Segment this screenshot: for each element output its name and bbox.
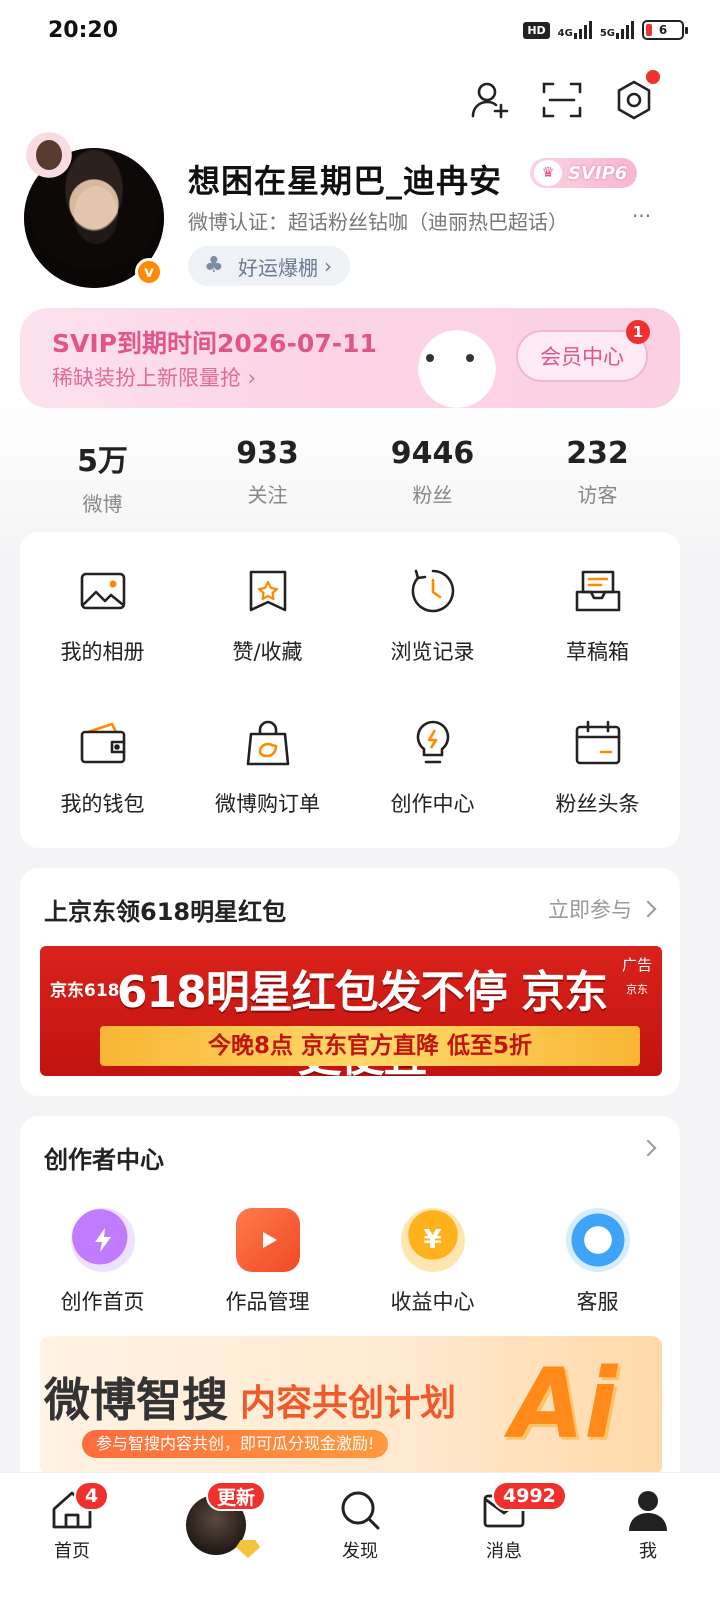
calendar-icon [575,720,620,765]
tool-photo-album[interactable]: 我的相册 [20,566,185,666]
status-icons: HD 4G 5G 6 [523,20,688,40]
tab-live[interactable]: 更新 [144,1473,288,1612]
discover-icon [341,1491,380,1530]
jd-card: 上京东领618明星红包 立即参与 京东618 618明星红包发不停 京东更便宜 … [20,868,680,1096]
customer-service-icon [565,1208,630,1272]
bear-illustration [392,314,522,408]
stat-followers[interactable]: 9446 粉丝 [350,436,515,517]
more-icon[interactable]: ··· [632,204,651,228]
member-badge: 1 [626,320,650,344]
tool-orders[interactable]: 微博购订单 [185,718,350,818]
tool-creator-center[interactable]: 创作中心 [350,718,515,818]
svip-banner[interactable]: SVIP到期时间2026-07-11 稀缺装扮上新限量抢 › 会员中心 1 [20,308,680,408]
creator-more-link[interactable] [639,1139,657,1157]
tool-favorites[interactable]: 赞/收藏 [185,566,350,666]
certification-text[interactable]: 微博认证：超话粉丝钻咖（迪丽热巴超话） [188,206,658,235]
avatar-decoration [20,126,78,184]
settings-red-dot [646,70,660,84]
tab-home[interactable]: 首页 4 [0,1473,144,1612]
svip-badge[interactable]: ♛ SVIP6 [530,158,638,188]
works-manage[interactable]: 作品管理 [185,1208,350,1316]
creator-home[interactable]: 创作首页 [20,1208,185,1316]
member-center-button[interactable]: 会员中心 1 [516,320,650,382]
update-badge: 更新 [206,1481,267,1511]
tab-messages[interactable]: 消息 4992 [432,1473,576,1612]
stat-weibo[interactable]: 5万 微博 [20,436,185,517]
drafts-icon [575,570,620,612]
nickname[interactable]: 想困在星期巴_迪冉安 [188,156,502,202]
join-now-link[interactable]: 立即参与 [548,894,657,924]
bottom-tab-bar: 首页 4 更新 发现 消息 4992 我 [0,1472,720,1612]
ai-art-icon: Ai [510,1348,618,1460]
tools-card: 我的相册 赞/收藏 浏览记录 草稿箱 我的钱包 微博购订单 创作中心 粉丝头条 [20,532,680,848]
customer-service[interactable]: 客服 [515,1208,680,1316]
hd-icon: HD [523,21,550,39]
svip-crown-icon: ♛ [534,160,562,186]
photo-album-icon [80,572,125,610]
message-badge: 4992 [492,1481,567,1511]
tool-wallet[interactable]: 我的钱包 [20,718,185,818]
home-badge: 4 [74,1481,110,1511]
stats-row: 5万 微博 933 关注 9446 粉丝 232 访客 [20,436,680,517]
ai-banner-tag: 参与智搜内容共创，即可瓜分现金激励! [82,1430,389,1458]
ai-search-banner[interactable]: 微博智搜 内容共创计划 参与智搜内容共创，即可瓜分现金激励! Ai [40,1336,662,1476]
signal-5g-icon: 5G [600,21,634,39]
tool-fan-headline[interactable]: 粉丝头条 [515,718,680,818]
wallet-icon [80,722,125,764]
creator-card-title: 创作者中心 [44,1146,164,1174]
ai-banner-subtitle: 内容共创计划 [240,1383,457,1424]
history-icon [411,569,454,613]
svip-subtitle[interactable]: 稀缺装扮上新限量抢 › [52,362,256,392]
lightbulb-icon [416,720,449,764]
creator-home-icon [70,1208,135,1272]
chevron-right-icon [639,1139,657,1157]
verified-badge-icon: v [135,258,163,286]
stat-following[interactable]: 933 关注 [185,436,350,517]
signal-4g-icon: 4G [558,21,592,39]
clover-icon: ♣ [204,253,224,278]
settings-icon[interactable] [612,70,660,122]
luck-pill[interactable]: ♣ 好运爆棚 › [188,246,350,286]
ai-banner-title: 微博智搜 [44,1373,228,1427]
jd-logo: 京东618 [50,981,120,1001]
status-time: 20:20 [48,18,119,43]
jd-banner-strip: 今晚8点 京东官方直降 低至5折 [100,1026,640,1066]
stat-visitors[interactable]: 232 访客 [515,436,680,517]
favorites-icon [249,570,286,612]
me-icon [629,1491,667,1531]
ad-label: 广告 京东 [621,956,652,996]
jd-ad-banner[interactable]: 京东618 618明星红包发不停 京东更便宜 今晚8点 京东官方直降 低至5折 … [40,946,662,1076]
chevron-right-icon [639,900,657,918]
earnings-icon: ¥ [400,1208,465,1272]
works-manage-icon [235,1208,300,1272]
svip-expiry: SVIP到期时间2026-07-11 [52,329,377,358]
jd-card-title: 上京东领618明星红包 [44,898,287,926]
battery-icon: 6 [642,20,688,40]
add-friend-icon[interactable] [468,78,512,122]
tab-discover[interactable]: 发现 [288,1473,432,1612]
tool-drafts[interactable]: 草稿箱 [515,566,680,666]
tab-me[interactable]: 我 [576,1473,720,1612]
scan-icon[interactable] [540,78,584,122]
earnings-center[interactable]: ¥ 收益中心 [350,1208,515,1316]
creator-card: 创作者中心 创作首页 作品管理 ¥ 收益中心 客服 微博智搜 内容共创计划 参与… [20,1116,680,1496]
shopping-bag-icon [246,720,289,766]
tool-history[interactable]: 浏览记录 [350,566,515,666]
